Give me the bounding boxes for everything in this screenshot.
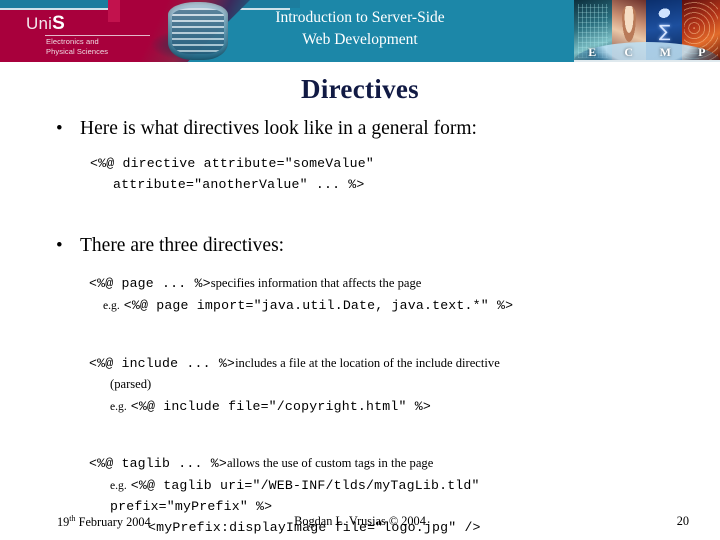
bullet-label-general-form: Here is what directives look like in a g… [80,118,477,139]
directive-include-example: <%@ include file="/copyright.html" %> [130,398,431,414]
directive-include-example-row: e.g. <%@ include file="/copyright.html" … [110,395,720,417]
slide-title: Directives [301,74,419,104]
directive-include-row: <%@ include ... %>includes a file at the… [89,352,720,374]
general-form-line1: <%@ directive attribute="someValue" [90,156,374,172]
collage-letter-c: C [624,45,634,59]
bullet-dot-icon: • [56,235,63,257]
directive-page-example-row: e.g. <%@ page import="java.util.Date, ja… [103,294,720,316]
footer-page-number: 20 [676,514,689,528]
unis-logo-suffix: S [52,13,65,34]
bullet-dot-icon: • [56,118,63,139]
unis-logo-prefix: Uni [26,14,53,33]
directive-page-syntax: <%@ page ... %> [89,275,211,291]
course-title: Introduction to Server-Side Web Developm… [230,7,490,51]
footer-author: Bogdan L. Vrusias © 2004 [294,514,426,528]
faculty-name-line2: Physical Sciences [46,47,109,56]
directive-page-description: specifies information that affects the p… [210,275,422,290]
directive-taglib-syntax: <%@ taglib ... %> [89,455,227,471]
directive-taglib-example-row: e.g. <%@ taglib uri="/WEB-INF/tlds/myTag… [110,474,720,496]
directive-taglib-row: <%@ taglib ... %>allows the use of custo… [89,452,720,474]
course-title-line1: Introduction to Server-Side [275,9,445,26]
directive-include-example-label: e.g. [110,399,127,413]
faculty-photo-collage: E C M P [574,0,720,62]
collage-letter-e: E [588,45,597,59]
directive-include-syntax: <%@ include ... %> [89,355,236,371]
bullet-item-general-form: • Here is what directives look like in a… [0,118,720,140]
logo-divider [45,35,150,36]
collage-letter-row: E C M P [574,45,720,61]
slide-footer: 19th February 2004 Bogdan L. Vrusias © 2… [0,512,720,536]
header-banner: UniS Electronics and Physical Sciences I… [0,0,720,62]
bullet-label-three-directives: There are three directives: [80,235,285,257]
slide-body: • Here is what directives look like in a… [0,118,720,538]
faculty-name-line1: Electronics and [46,37,99,46]
collage-letter-p: P [698,45,706,59]
directive-page-example-label: e.g. [103,298,120,312]
directive-include-description: includes a file at the location of the i… [235,355,500,370]
course-title-line2: Web Development [302,31,418,48]
directive-include-note: (parsed) [110,376,152,391]
general-form-line2: attribute="anotherValue" ... %> [113,177,365,193]
directive-taglib-example-label: e.g. [110,478,127,492]
directive-taglib-example-line1: <%@ taglib uri="/WEB-INF/tlds/myTagLib.t… [130,477,480,493]
bullet-item-three-directives: • There are three directives: [0,235,720,257]
unis-logo: UniS [26,14,65,33]
directive-page-row: <%@ page ... %>specifies information tha… [89,272,720,294]
faculty-name: Electronics and Physical Sciences [46,37,108,57]
directive-taglib-description: allows the use of custom tags in the pag… [226,455,434,470]
university-building-image [168,2,228,60]
directive-page-example: <%@ page import="java.util.Date, java.te… [123,297,514,313]
collage-letter-m: M [659,45,671,59]
collage-bottom-rule [574,60,720,62]
